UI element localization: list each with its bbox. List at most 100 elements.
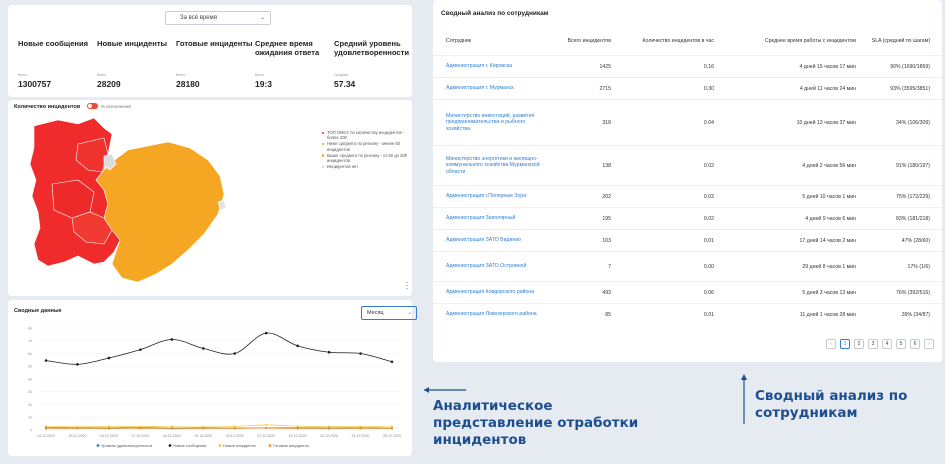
employee-link[interactable]: Министерство энергетики и жилищно-коммун… [446, 146, 542, 185]
legend-label[interactable]: Уровень удовлетворенности [101, 443, 152, 448]
percent-toggle[interactable] [87, 103, 98, 109]
legend-dot [218, 444, 222, 447]
series-line [45, 424, 393, 428]
cell-total: 2715 [599, 85, 611, 92]
cell-sla: 39% (34/87) [901, 311, 930, 318]
employee-link[interactable]: Администрация г. Мурманск [446, 78, 542, 99]
employee-link[interactable]: Министерство инвестиций, развития предпр… [446, 100, 542, 145]
employee-link[interactable]: Администрация Ловозерского района [446, 304, 542, 325]
cell-avg-time: 17 дней 14 часов 2 мин [799, 237, 856, 244]
data-point[interactable] [107, 356, 111, 360]
x-tick-label: 17.12.2020 [131, 434, 149, 438]
page-button[interactable]: 4 [882, 339, 892, 349]
data-point[interactable] [265, 427, 268, 430]
data-point[interactable] [201, 347, 205, 350]
data-point[interactable] [328, 425, 331, 428]
data-point[interactable] [233, 427, 236, 430]
cell-per-hour: 0.00 [703, 263, 714, 270]
legend-label[interactable]: Новые сообщения [173, 443, 206, 448]
column-header[interactable]: SLA (средний по шагам) [870, 27, 930, 55]
data-point[interactable] [45, 427, 47, 430]
employee-link[interactable]: Администрация ЗАТО Островной [446, 252, 542, 281]
y-tick-label: 3k [28, 390, 32, 394]
table-row: Администрация г. Мурманск 2715 0.30 4 дней … [433, 77, 942, 99]
cell-per-hour: 0.06 [703, 289, 714, 296]
data-point[interactable] [139, 427, 142, 430]
employee-link[interactable]: Администрация Заполярный [446, 208, 542, 229]
cell-per-hour: 0.02 [703, 162, 714, 169]
y-tick-label: 7k [28, 339, 32, 343]
kpi-title: Среднее время ожидания ответа [255, 39, 320, 57]
column-header[interactable]: Количество инцидентов в час [643, 27, 715, 55]
cell-avg-time: 11 дней 1 часов 28 мин [799, 311, 856, 318]
data-point[interactable] [44, 359, 48, 362]
period-select[interactable]: За всё время ⌄ [165, 11, 271, 25]
data-point[interactable] [390, 360, 394, 364]
data-point[interactable] [202, 427, 205, 430]
employee-link[interactable]: Администрация г.Полярные Зори [446, 186, 542, 207]
cell-per-hour: 0.16 [703, 63, 714, 70]
column-header[interactable]: Всего инцидентов [568, 27, 611, 55]
data-point[interactable] [265, 423, 268, 426]
column-header[interactable]: Среднее время работы с инцидентом [765, 27, 856, 55]
table-row: Министерство энергетики и жилищно-коммун… [433, 145, 942, 185]
data-point[interactable] [170, 427, 173, 430]
data-point[interactable] [391, 427, 393, 430]
data-point[interactable] [327, 350, 331, 354]
data-point[interactable] [170, 338, 174, 341]
cell-sla: 83% (181/218) [895, 215, 930, 222]
data-point[interactable] [264, 331, 268, 335]
employee-link[interactable]: Администрация ЗАТО Видяево [446, 230, 542, 251]
chevron-left-icon[interactable]: ‹ [826, 339, 836, 349]
cell-total: 1425 [599, 63, 611, 70]
data-point[interactable] [391, 425, 393, 428]
x-tick-label: 24.12.2020 [352, 434, 370, 438]
page-button[interactable]: 1 [840, 339, 850, 349]
page-button[interactable]: 5 [896, 339, 906, 349]
cell-avg-time: 4 дней 11 часов 24 мин [799, 85, 856, 92]
page-button[interactable]: 6 [910, 339, 920, 349]
data-point[interactable] [76, 363, 79, 366]
kpi-value: 28180 [176, 79, 200, 89]
legend-text: Ниже среднего по региону - менее 60 инци… [327, 141, 401, 152]
x-tick-label: 19.12.2020 [194, 434, 212, 438]
employee-link[interactable]: Администрация Ковдорского района [446, 282, 542, 303]
kpi-value: 19:3 [255, 79, 273, 89]
kpi-caption: Всего [97, 73, 107, 77]
page-button[interactable]: 2 [854, 339, 864, 349]
data-point[interactable] [139, 425, 142, 428]
table-header: Сотрудник Всего инцидентов Количество инци… [433, 27, 942, 55]
employee-analysis-card: Сводный анализ по сотрудникам Сотрудник В… [433, 0, 942, 362]
page-button[interactable]: 3 [868, 339, 878, 349]
data-point[interactable] [107, 425, 110, 428]
cell-total: 195 [602, 215, 611, 222]
data-point[interactable] [139, 348, 142, 351]
data-point[interactable] [359, 425, 362, 428]
pagination: ‹ 1 2 3 4 5 6 › [826, 339, 934, 349]
cell-per-hour: 0.04 [703, 119, 714, 126]
data-point[interactable] [296, 425, 299, 428]
data-point[interactable] [76, 427, 79, 430]
legend-label[interactable]: Готовые инциденты [273, 443, 309, 448]
annotation-analytic: Аналитическое представление отработки ин… [433, 398, 639, 448]
data-point[interactable] [359, 427, 362, 430]
legend-label[interactable]: Новые инциденты [223, 443, 256, 448]
kpi-satisfaction: Средний уровень удовлетворенности Средне… [334, 39, 410, 89]
column-header[interactable]: Сотрудник [446, 27, 542, 55]
chevron-right-icon[interactable]: › [924, 339, 934, 349]
kpi-title: Новые инциденты [97, 39, 168, 48]
table-row: Администрация Ковдорского района 493 0.06 5… [433, 281, 942, 303]
data-point[interactable] [328, 427, 331, 430]
cell-per-hour: 0.01 [703, 237, 714, 244]
more-vertical-icon[interactable]: · · · [405, 279, 409, 293]
data-point[interactable] [233, 425, 236, 428]
employee-link[interactable]: Администрация г. Кировска [446, 56, 542, 77]
toggle-label: % исполнения [101, 104, 131, 109]
data-point[interactable] [170, 425, 173, 428]
data-point[interactable] [45, 425, 47, 428]
data-point[interactable] [359, 352, 362, 355]
data-point[interactable] [296, 427, 299, 430]
data-point[interactable] [233, 352, 237, 355]
data-point[interactable] [296, 344, 299, 348]
data-point[interactable] [107, 427, 110, 430]
